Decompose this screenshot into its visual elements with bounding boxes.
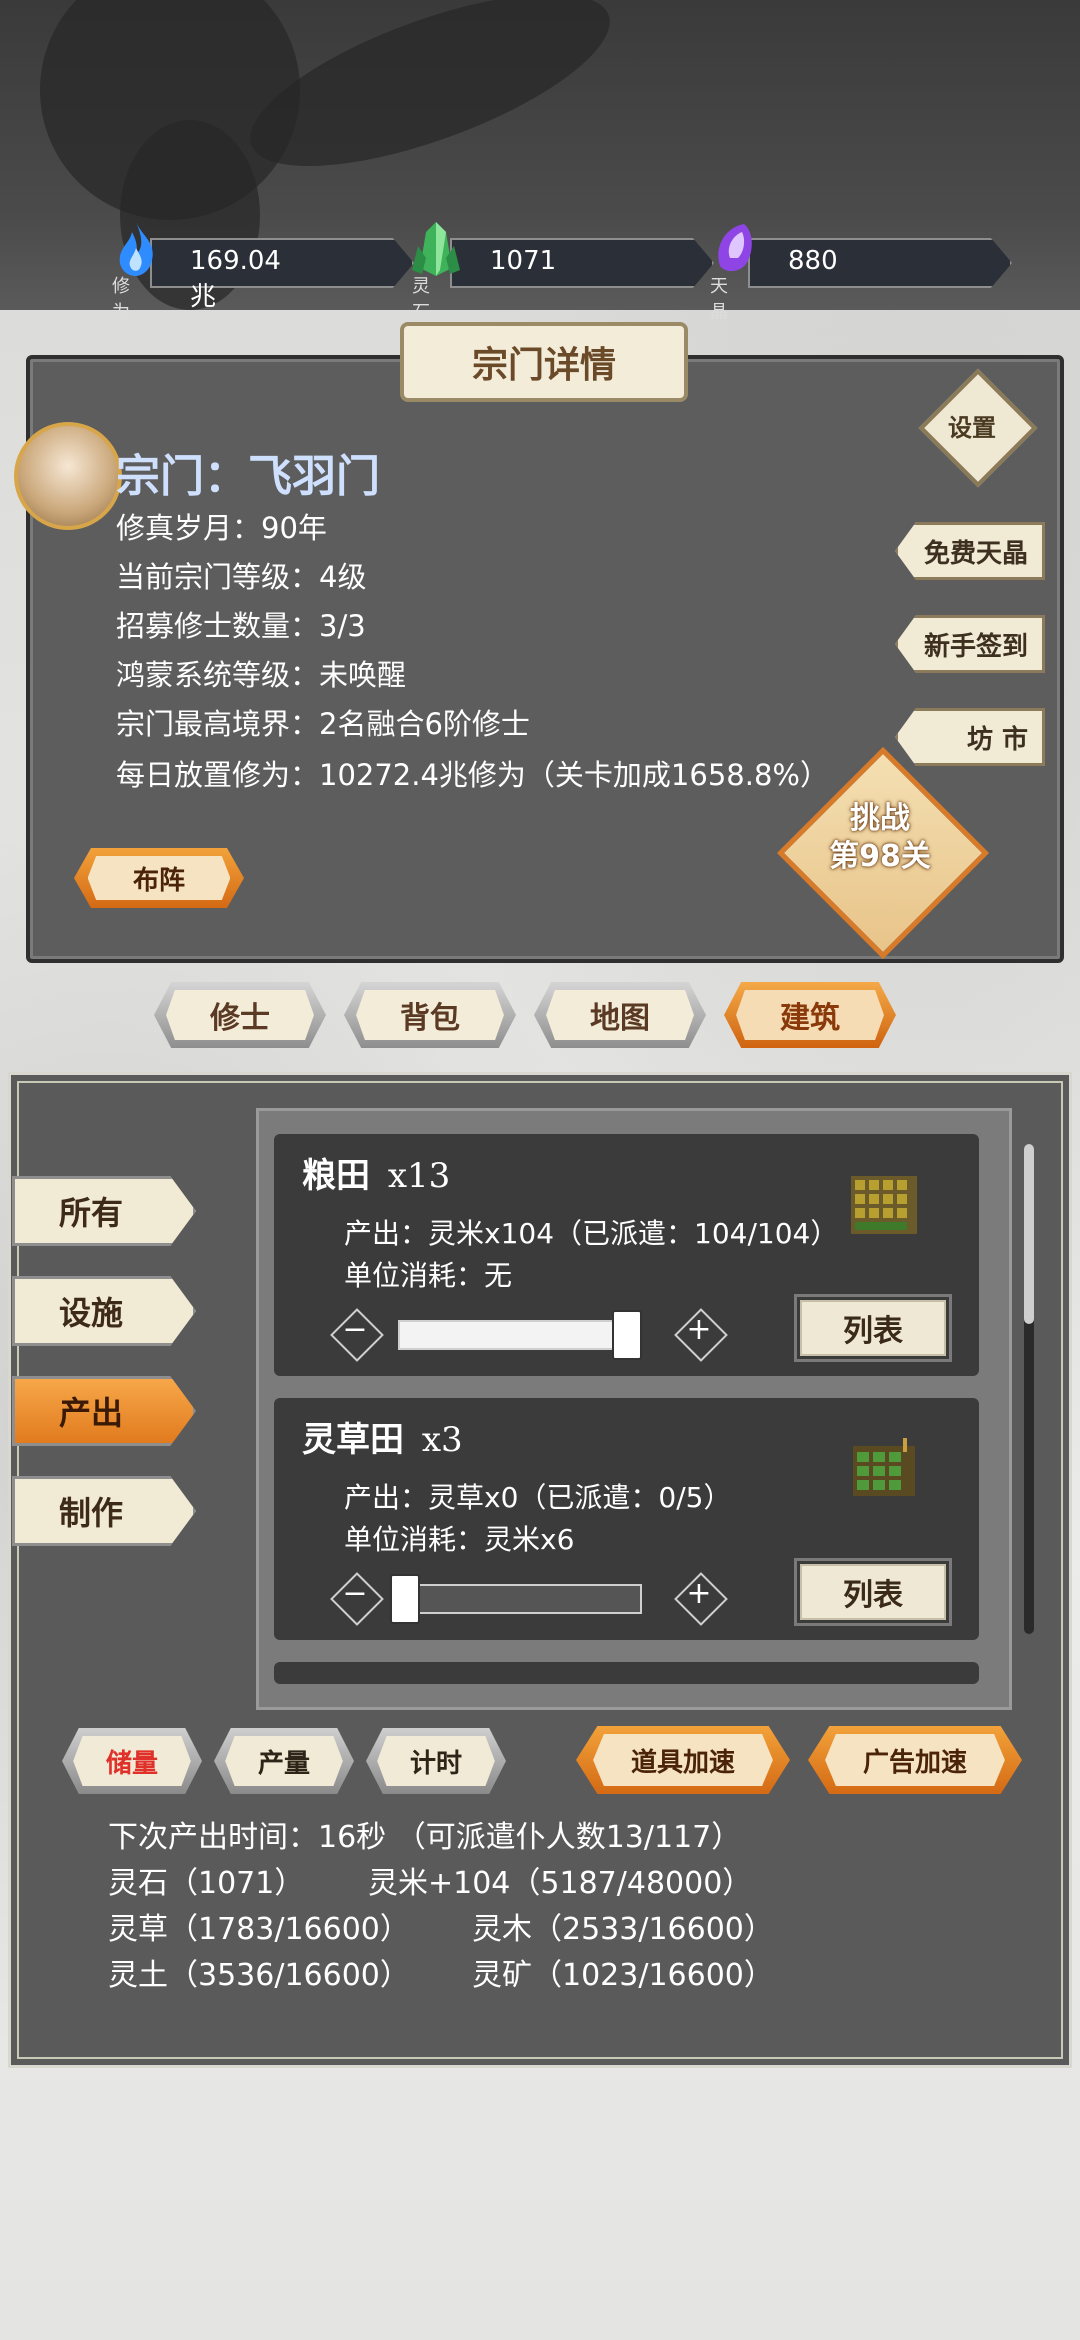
- stat-spirit-rice: 灵米+104（5187/48000）: [368, 1866, 753, 1901]
- building-consume: 单位消耗：灵米x6: [344, 1523, 575, 1556]
- tab-backpack-label: 背包: [400, 1001, 460, 1036]
- building-output: 产出：灵米x104（已派遣：104/104）: [344, 1217, 839, 1250]
- info-highest-realm: 宗门最高境界：2名融合6阶修士: [116, 707, 530, 741]
- building-output: 产出：灵草x0（已派遣：0/5）: [344, 1481, 732, 1514]
- info-daily-idle: 每日放置修为：10272.4兆修为（关卡加成1658.8%）: [116, 758, 829, 792]
- building-count: x3: [421, 1420, 463, 1460]
- spirit-stone-label: 灵石: [412, 276, 430, 323]
- tab-backpack[interactable]: 背包: [344, 982, 516, 1048]
- plus-icon: +: [686, 1312, 712, 1347]
- ad-speedup-button[interactable]: 广告加速: [808, 1726, 1022, 1794]
- sect-master-avatar[interactable]: [14, 422, 122, 530]
- slider-fill: [400, 1322, 640, 1348]
- building-count: x13: [387, 1156, 451, 1196]
- purple-crystal-icon: [718, 224, 752, 272]
- building-card-herb-field: 灵草田 x3 产出：灵草x0（已派遣：0/5） 单位消耗：灵米x6 − + 列表: [274, 1398, 979, 1640]
- storage-label: 储量: [105, 1748, 158, 1779]
- building-title: 灵草田 x3: [302, 1412, 463, 1461]
- cultivation-label: 修为: [112, 276, 130, 323]
- category-facilities[interactable]: 设施: [12, 1276, 196, 1346]
- stat-spirit-stone: 灵石（1071）: [108, 1866, 305, 1901]
- stat-spirit-soil: 灵土（3536/16600）: [108, 1958, 410, 1993]
- spirit-stone-value: 1071: [490, 246, 557, 276]
- tab-map-label: 地图: [590, 1001, 650, 1036]
- cultivation-value: 169.04兆: [190, 246, 281, 312]
- item-speedup-label: 道具加速: [630, 1747, 735, 1778]
- assign-slider[interactable]: [398, 1320, 642, 1350]
- settings-label: 设置: [948, 414, 996, 442]
- scroll-thumb[interactable]: [1024, 1144, 1034, 1324]
- storage-button[interactable]: 储量: [62, 1728, 202, 1794]
- plus-icon: +: [686, 1576, 712, 1611]
- list-button[interactable]: 列表: [794, 1558, 952, 1626]
- item-speedup-button[interactable]: 道具加速: [576, 1726, 790, 1794]
- stat-spirit-herb: 灵草（1783/16600）: [108, 1912, 410, 1947]
- tab-map[interactable]: 地图: [534, 982, 706, 1048]
- challenge-word: 挑战: [850, 801, 910, 836]
- sky-crystal-label: 天晶: [710, 276, 728, 323]
- info-hongmeng-level: 鸿蒙系统等级：未唤醒: [116, 658, 407, 692]
- market-button[interactable]: 坊 市: [895, 708, 1045, 766]
- assign-slider[interactable]: [398, 1584, 642, 1614]
- tab-cultivators[interactable]: 修士: [154, 982, 326, 1048]
- panel-title: 宗门详情: [400, 322, 688, 402]
- category-crafting[interactable]: 制作: [12, 1476, 196, 1546]
- minus-icon: −: [342, 1576, 368, 1611]
- tab-buildings[interactable]: 建筑: [724, 982, 896, 1048]
- blue-flame-icon: [119, 222, 153, 276]
- info-sect-level: 当前宗门等级：4级: [116, 560, 367, 594]
- building-card-grain-field: 粮田 x13 产出：灵米x104（已派遣：104/104） 单位消耗：无 − +…: [274, 1134, 979, 1376]
- herb-field-icon: [853, 1438, 915, 1496]
- sky-crystal-value: 880: [788, 246, 838, 276]
- slider-handle[interactable]: [612, 1310, 642, 1360]
- category-all[interactable]: 所有: [12, 1176, 196, 1246]
- output-button[interactable]: 产量: [214, 1728, 354, 1794]
- minus-icon: −: [342, 1312, 368, 1347]
- grain-field-icon: [851, 1176, 917, 1234]
- info-recruit-count: 招募修士数量：3/3: [116, 609, 366, 643]
- building-name: 灵草田: [302, 1420, 404, 1460]
- building-consume: 单位消耗：无: [344, 1259, 513, 1292]
- timer-button[interactable]: 计时: [366, 1728, 506, 1794]
- info-years: 修真岁月：90年: [116, 511, 327, 545]
- formation-button[interactable]: 布阵: [74, 848, 244, 908]
- timer-label: 计时: [409, 1748, 462, 1779]
- next-output-time: 下次产出时间：16秒 （可派遣仆人数13/117）: [108, 1820, 742, 1855]
- list-button[interactable]: 列表: [794, 1294, 952, 1362]
- category-production[interactable]: 产出: [12, 1376, 196, 1446]
- sect-name: 宗门：飞羽门: [116, 451, 380, 502]
- stat-spirit-ore: 灵矿（1023/16600）: [472, 1958, 774, 1993]
- slider-handle[interactable]: [390, 1574, 420, 1624]
- tab-buildings-label: 建筑: [780, 1001, 840, 1036]
- output-label: 产量: [257, 1748, 310, 1779]
- building-card-partial: [274, 1662, 979, 1684]
- list-scrollbar[interactable]: [1024, 1144, 1034, 1634]
- challenge-label: 挑战 第98关: [810, 800, 950, 876]
- tab-cultivators-label: 修士: [210, 1001, 270, 1036]
- green-crystal-icon: [412, 222, 460, 276]
- newbie-signin-button[interactable]: 新手签到: [895, 615, 1045, 673]
- building-name: 粮田: [302, 1156, 370, 1196]
- challenge-stage: 第98关: [829, 839, 931, 874]
- formation-label: 布阵: [132, 865, 185, 896]
- free-crystal-button[interactable]: 免费天晶: [895, 522, 1045, 580]
- building-title: 粮田 x13: [302, 1148, 450, 1197]
- ad-speedup-label: 广告加速: [862, 1747, 967, 1778]
- stat-spirit-wood: 灵木（2533/16600）: [472, 1912, 774, 1947]
